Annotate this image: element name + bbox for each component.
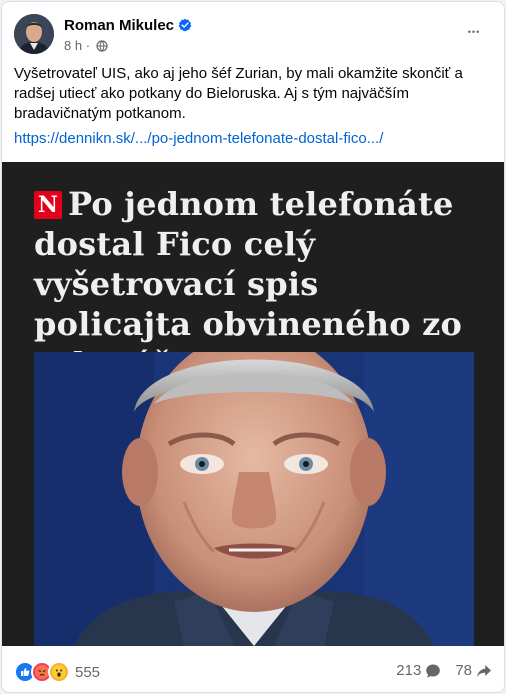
author-avatar[interactable] bbox=[14, 14, 54, 54]
post-time[interactable]: 8 h bbox=[64, 38, 82, 53]
post-meta: 8 h · bbox=[64, 38, 108, 53]
more-options-icon: ••• bbox=[467, 27, 481, 37]
comments-count[interactable]: 213 bbox=[396, 662, 441, 679]
post-text: Vyšetrovateľ UIS, ako aj jeho šéf Zurian… bbox=[14, 65, 463, 122]
article-photo bbox=[34, 352, 474, 646]
reaction-count[interactable]: 555 bbox=[75, 664, 100, 681]
portrait-illustration bbox=[34, 352, 474, 646]
verified-badge-icon bbox=[178, 18, 192, 32]
post-link[interactable]: https://dennikn.sk/.../po-jednom-telefon… bbox=[14, 130, 383, 147]
post-header: Roman Mikulec 8 h · ••• bbox=[14, 14, 492, 58]
article-image[interactable]: N Po jednom telefonáte dostal Fico celý v… bbox=[2, 162, 504, 646]
shares-count[interactable]: 78 bbox=[455, 662, 492, 679]
post-card: Roman Mikulec 8 h · ••• Vyšetrovateľ UIS… bbox=[1, 1, 505, 693]
shares-count-text: 78 bbox=[455, 662, 472, 679]
post-stats: 213 78 bbox=[382, 662, 492, 679]
globe-icon[interactable] bbox=[96, 40, 108, 52]
more-options-button[interactable]: ••• bbox=[456, 14, 492, 50]
comments-count-text: 213 bbox=[396, 662, 422, 679]
post-footer: 555 213 78 bbox=[14, 656, 492, 686]
meta-separator: · bbox=[85, 38, 91, 53]
reactions-summary[interactable]: 555 bbox=[14, 661, 100, 683]
author-name[interactable]: Roman Mikulec bbox=[64, 17, 192, 34]
author-name-text[interactable]: Roman Mikulec bbox=[64, 17, 174, 34]
share-icon bbox=[477, 664, 491, 677]
comment-icon bbox=[426, 664, 441, 678]
dennikn-logo: N bbox=[34, 191, 62, 219]
wow-reaction-icon bbox=[48, 661, 70, 683]
